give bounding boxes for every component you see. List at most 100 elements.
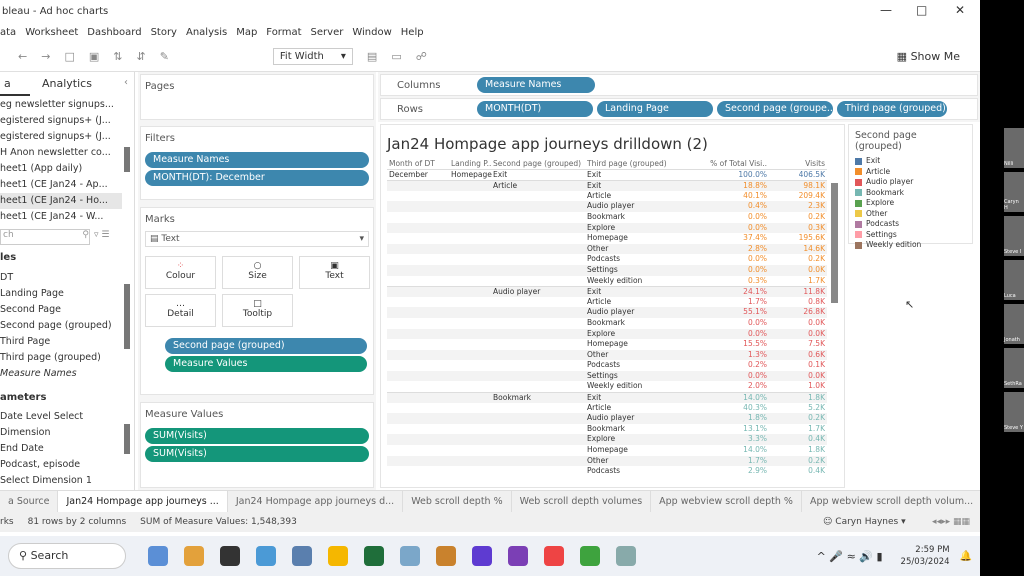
field-item[interactable]: Second page (grouped): [0, 318, 122, 334]
notifications-icon[interactable]: [220, 546, 240, 566]
user-menu[interactable]: ☺ Caryn Haynes ▾: [823, 517, 918, 527]
measure-pill[interactable]: SUM(Visits): [145, 428, 369, 444]
viz-area[interactable]: Jan24 Hompage app journeys drilldown (2)…: [380, 124, 845, 488]
table-row[interactable]: Podcasts 0.0% 0.2K: [387, 254, 827, 265]
menu-item[interactable]: Window: [352, 27, 391, 38]
filters-card[interactable]: Filters Measure Names MONTH(DT): Decembe…: [140, 126, 374, 200]
filter-icon[interactable]: ▿ ☰: [94, 230, 109, 240]
scrollbar[interactable]: [124, 147, 130, 172]
scrollbar[interactable]: [124, 424, 130, 454]
table-row[interactable]: Bookmark 0.0% 0.2K: [387, 212, 827, 223]
table-row[interactable]: Other 1.3% 0.6K: [387, 349, 827, 361]
scrollbar[interactable]: [831, 183, 838, 303]
fit-select[interactable]: Fit Width ▾: [272, 48, 353, 65]
tab-data[interactable]: a: [0, 72, 30, 96]
table-row[interactable]: Homepage 15.5% 7.5K: [387, 339, 827, 350]
participant-tile[interactable]: Luca: [1004, 260, 1024, 300]
field-item[interactable]: Landing Page: [0, 286, 122, 302]
table-row[interactable]: Homepage 14.0% 1.8K: [387, 445, 827, 456]
sort-icon[interactable]: ⇵: [136, 50, 145, 63]
table-row[interactable]: Article 40.3% 5.2K: [387, 403, 827, 414]
show-me-button[interactable]: ▦ Show Me: [897, 50, 960, 63]
field-item[interactable]: DT: [0, 270, 122, 286]
scrollbar[interactable]: [124, 284, 130, 349]
legend-item[interactable]: Audio player: [855, 177, 966, 188]
sheet-tab[interactable]: Web scroll depth %: [403, 490, 512, 513]
menu-item[interactable]: Map: [236, 27, 257, 38]
column-header[interactable]: Landing P..: [451, 159, 493, 170]
detail-button[interactable]: … Detail: [145, 294, 216, 327]
sheet-tab[interactable]: a Source: [0, 490, 59, 513]
table-row[interactable]: Article 1.7% 0.8K: [387, 297, 827, 308]
text-pill[interactable]: Measure Values: [165, 356, 367, 372]
table-row[interactable]: Bookmark Exit 14.0% 1.8K: [387, 392, 827, 403]
row-pill[interactable]: Third page (grouped): [837, 101, 947, 117]
table-row[interactable]: Weekly edition 0.3% 1.7K: [387, 276, 827, 287]
monitor-icon[interactable]: [364, 546, 384, 566]
row-pill[interactable]: MONTH(DT): [477, 101, 593, 117]
minimize-icon[interactable]: —: [880, 3, 892, 17]
data-source-item[interactable]: heet1 (CE Jan24 - W...: [0, 209, 122, 225]
column-header[interactable]: % of Total Visi..: [705, 159, 767, 170]
sheet-tab[interactable]: Web scroll depth volumes: [512, 490, 652, 513]
legend-item[interactable]: Other: [855, 209, 966, 220]
notification-icon[interactable]: 🔔: [960, 551, 972, 562]
legend-item[interactable]: Article: [855, 167, 966, 178]
tab-analytics[interactable]: Analytics: [38, 72, 96, 96]
data-source-item[interactable]: eg newsletter signups...: [0, 97, 122, 113]
collapse-icon[interactable]: ‹: [124, 77, 128, 88]
presentation-icon[interactable]: ▭: [391, 50, 401, 63]
snipping-icon[interactable]: [400, 546, 420, 566]
table-row[interactable]: Other 1.7% 0.2K: [387, 455, 827, 467]
filter-pill[interactable]: Measure Names: [145, 152, 369, 168]
columns-shelf[interactable]: Columns Measure Names: [380, 74, 978, 96]
colour-pill[interactable]: Second page (grouped): [165, 338, 367, 354]
chrome-icon[interactable]: [508, 546, 528, 566]
participant-tile[interactable]: Caryn H: [1004, 172, 1024, 212]
field-item[interactable]: Second Page: [0, 302, 122, 318]
measure-pill[interactable]: SUM(Visits): [145, 446, 369, 462]
pages-card[interactable]: Pages: [140, 74, 374, 120]
table-row[interactable]: Podcasts 2.9% 0.4K: [387, 466, 827, 477]
calculator-icon[interactable]: [256, 546, 276, 566]
copilot-icon[interactable]: [148, 546, 168, 566]
menu-item[interactable]: Dashboard: [87, 27, 141, 38]
app-icon[interactable]: [328, 546, 348, 566]
menu-item[interactable]: Server: [311, 27, 344, 38]
file-explorer-icon[interactable]: [292, 546, 312, 566]
table-row[interactable]: Explore 0.0% 0.0K: [387, 328, 827, 340]
save-icon[interactable]: □: [64, 50, 74, 63]
column-header[interactable]: Second page (grouped): [493, 159, 587, 170]
share-icon[interactable]: ☍: [416, 50, 427, 63]
menu-item[interactable]: ata: [0, 27, 16, 38]
table-row[interactable]: Podcasts 0.2% 0.1K: [387, 360, 827, 371]
participant-tile[interactable]: SethRa: [1004, 348, 1024, 388]
back-icon[interactable]: ←: [18, 50, 27, 63]
table-row[interactable]: Homepage 37.4% 195.6K: [387, 233, 827, 244]
parameter-item[interactable]: End Date: [0, 441, 122, 457]
data-source-item[interactable]: heet1 (CE Jan24 - Ho...: [0, 193, 122, 209]
parameter-item[interactable]: Date Level Select: [0, 409, 122, 425]
row-pill[interactable]: Landing Page: [597, 101, 713, 117]
column-header[interactable]: Month of DT: [389, 159, 449, 170]
tooltip-button[interactable]: □ Tooltip: [222, 294, 293, 327]
data-source-item[interactable]: egistered signups+ (J...: [0, 129, 122, 145]
forward-icon[interactable]: →: [41, 50, 50, 63]
data-source-item[interactable]: egistered signups+ (J...: [0, 113, 122, 129]
table-row[interactable]: Article Exit 18.8% 98.1K: [387, 180, 827, 191]
menu-item[interactable]: Worksheet: [25, 27, 78, 38]
sheet-tab[interactable]: Jan24 Hompage app journeys d...: [228, 490, 404, 513]
legend-item[interactable]: Podcasts: [855, 219, 966, 230]
table-row[interactable]: Other 2.8% 14.6K: [387, 243, 827, 255]
participant-tile[interactable]: Nilli: [1004, 128, 1024, 168]
table-row[interactable]: Bookmark 0.0% 0.0K: [387, 318, 827, 329]
sheet-tab[interactable]: App webview scroll depth %: [651, 490, 802, 513]
new-sheet-icon[interactable]: ▣: [89, 50, 99, 63]
table-row[interactable]: Explore 0.0% 0.3K: [387, 222, 827, 234]
table-row[interactable]: Audio player 55.1% 26.8K: [387, 307, 827, 318]
navigation-icon[interactable]: ◂◂▸▸ ▦▦: [932, 517, 970, 527]
slack-icon[interactable]: [436, 546, 456, 566]
table-row[interactable]: Audio player Exit 24.1% 11.8K: [387, 286, 827, 297]
maximize-icon[interactable]: □: [916, 3, 927, 17]
filter-pill[interactable]: MONTH(DT): December: [145, 170, 369, 186]
